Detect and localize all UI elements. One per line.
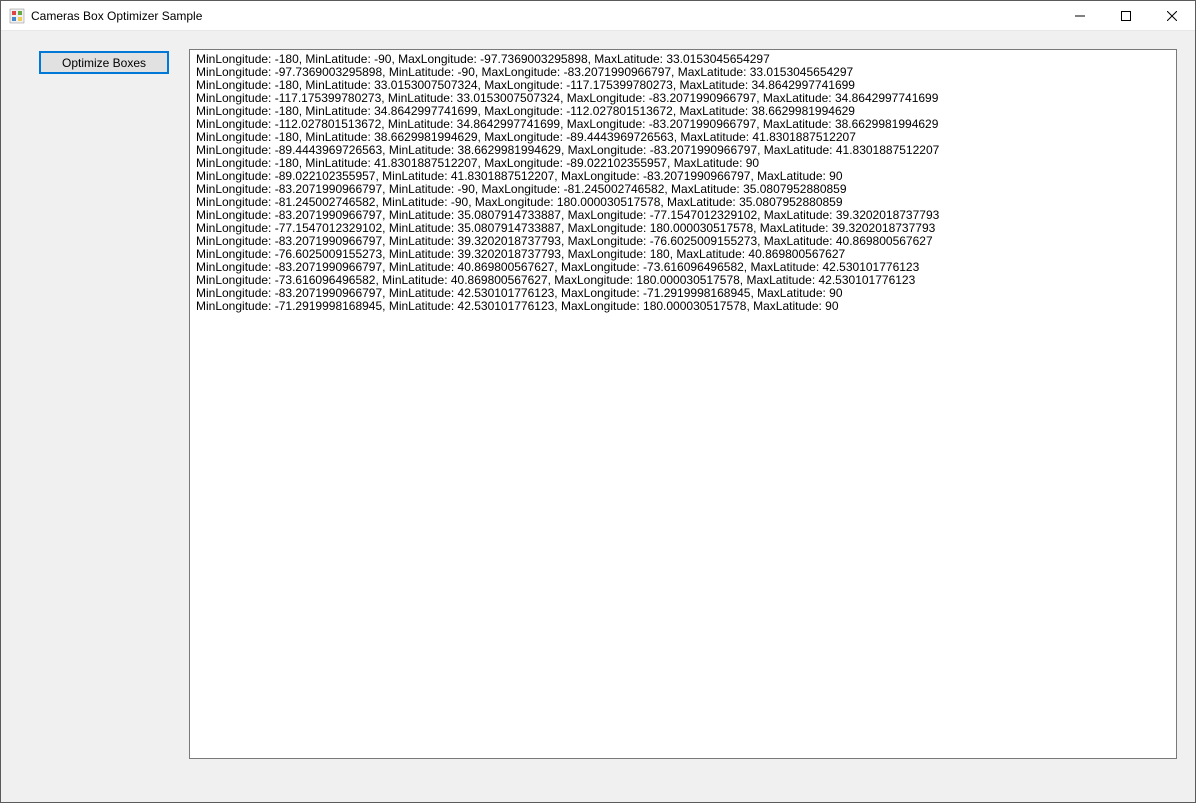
client-area: Optimize Boxes MinLongitude: -180, MinLa… (1, 31, 1195, 802)
content-layout: Optimize Boxes MinLongitude: -180, MinLa… (19, 49, 1177, 784)
left-column: Optimize Boxes (19, 49, 169, 784)
output-textbox[interactable]: MinLongitude: -180, MinLatitude: -90, Ma… (189, 49, 1177, 759)
close-button[interactable] (1149, 1, 1195, 31)
titlebar[interactable]: Cameras Box Optimizer Sample (1, 1, 1195, 31)
window-title: Cameras Box Optimizer Sample (31, 9, 202, 23)
window-controls (1057, 1, 1195, 30)
minimize-button[interactable] (1057, 1, 1103, 31)
maximize-button[interactable] (1103, 1, 1149, 31)
optimize-boxes-button[interactable]: Optimize Boxes (39, 51, 169, 74)
app-window: Cameras Box Optimizer Sample Optimize Bo… (0, 0, 1196, 803)
app-icon (9, 8, 25, 24)
